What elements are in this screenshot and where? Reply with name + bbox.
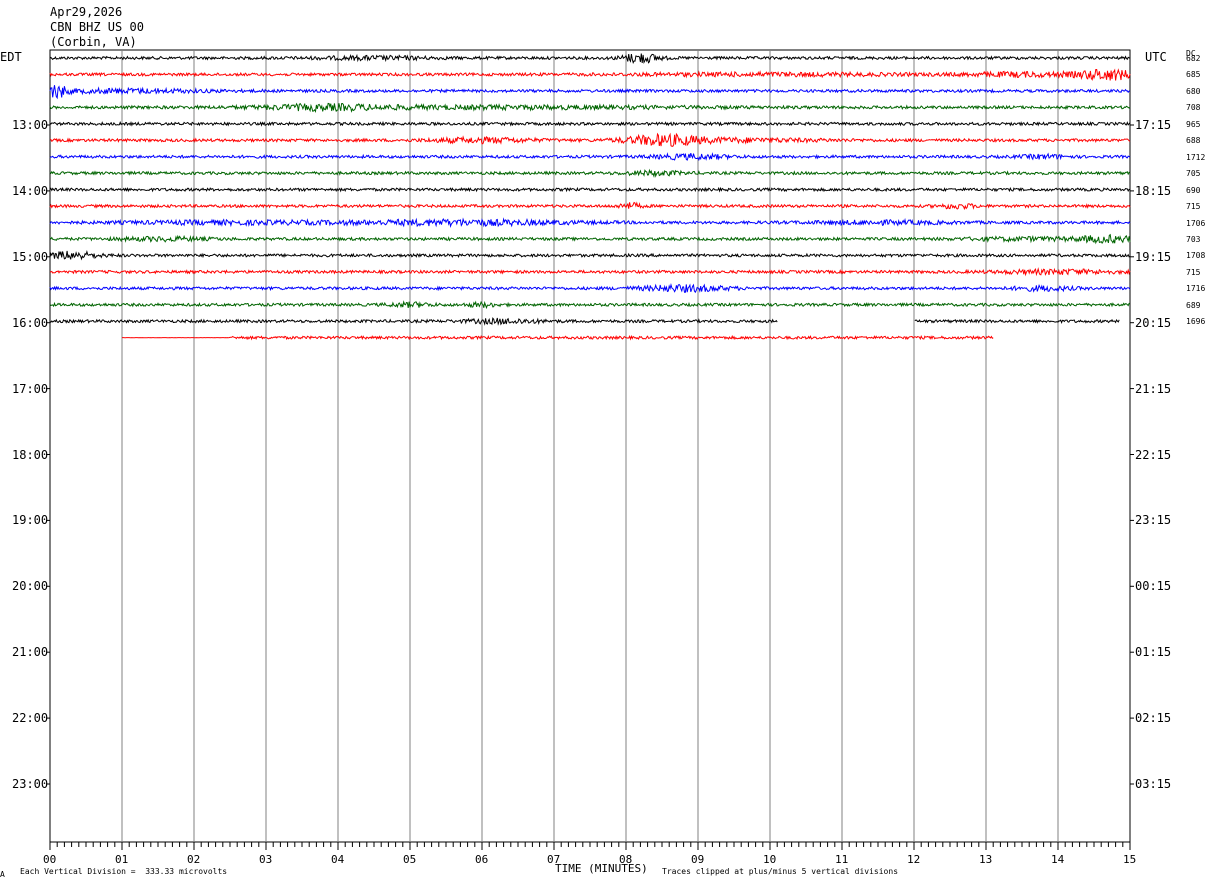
trace-5-black [49, 120, 1131, 127]
x-tick-label: 00 [43, 853, 57, 866]
trace-11-blue [49, 217, 1131, 229]
trace-14-red [49, 267, 1131, 277]
x-tick-label: 05 [403, 853, 417, 866]
corner-mark: A [0, 870, 5, 879]
trace-6-red [49, 132, 1131, 147]
clip-note: Traces clipped at plus/minus 5 vertical … [662, 867, 899, 876]
trace-7-blue [49, 152, 1131, 162]
trace-2-red [49, 68, 1131, 81]
trace-1-black [49, 53, 1131, 65]
x-axis-label: TIME (MINUTES) [555, 862, 648, 875]
trace-10-red [49, 201, 1131, 211]
x-tick-label: 02 [187, 853, 201, 866]
trace-17-black [49, 317, 778, 326]
seismogram-plot [46, 49, 1134, 850]
x-tick-label: 10 [763, 853, 777, 866]
x-tick-label: 13 [979, 853, 993, 866]
trace-4-green [49, 102, 1131, 113]
x-tick-label: 11 [835, 853, 849, 866]
x-tick-label: 03 [259, 853, 273, 866]
x-tick-label: 06 [475, 853, 489, 866]
trace-12-green [49, 233, 1131, 245]
x-tick-label: 09 [691, 853, 705, 866]
x-tick-label: 14 [1051, 853, 1065, 866]
trace-18-red [122, 334, 994, 341]
trace-15-blue [49, 282, 1131, 294]
x-tick-label: 01 [115, 853, 129, 866]
plot-frame [49, 49, 1131, 843]
trace-17-black [914, 318, 1120, 325]
scale-note: Each Vertical Division = 333.33 microvol… [20, 867, 228, 876]
trace-3-blue [49, 85, 1131, 100]
trace-8-green [49, 168, 1131, 178]
x-tick-label: 15 [1123, 853, 1137, 866]
x-tick-label: 04 [331, 853, 345, 866]
trace-13-black [49, 249, 1131, 261]
trace-9-black [49, 186, 1131, 193]
trace-16-green [49, 300, 1131, 310]
x-tick-label: 12 [907, 853, 921, 866]
